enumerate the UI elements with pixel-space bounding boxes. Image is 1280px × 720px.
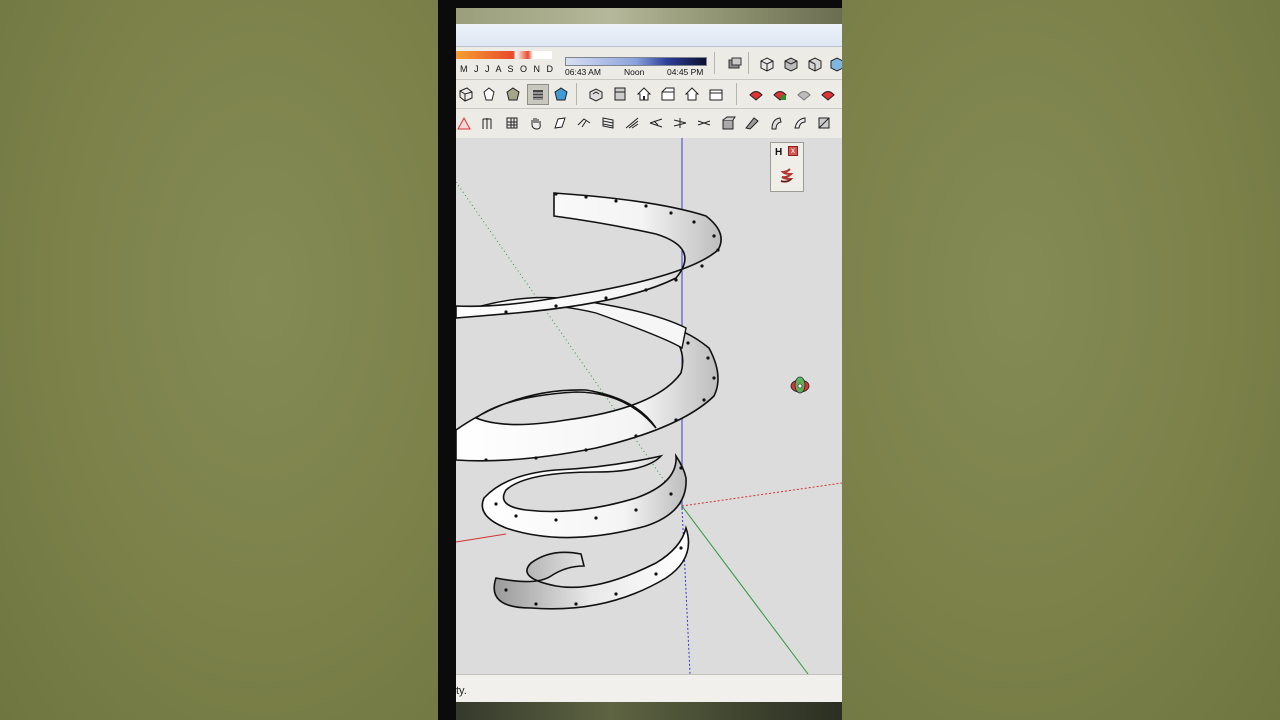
month-slider[interactable] xyxy=(456,51,552,59)
separator xyxy=(748,52,749,74)
shadows-toggle-icon[interactable] xyxy=(726,55,744,73)
time-slider[interactable] xyxy=(565,57,707,66)
status-text: ty. xyxy=(456,685,467,697)
back-camera-icon[interactable] xyxy=(683,85,701,103)
time-end-label: 04:45 PM xyxy=(667,67,704,77)
helix-bottom-turn[interactable] xyxy=(493,525,690,610)
helix-second-turn[interactable] xyxy=(456,327,719,462)
sweep-icon[interactable] xyxy=(743,114,761,132)
right-camera-icon[interactable] xyxy=(659,85,677,103)
floating-helix-toolbar: H x xyxy=(770,142,804,192)
floating-toolbar-title: H xyxy=(775,147,783,158)
smoove-icon[interactable] xyxy=(795,85,813,103)
tools-toolbar xyxy=(456,109,842,139)
grid-icon[interactable] xyxy=(503,114,521,132)
section-plane-icon[interactable] xyxy=(456,114,473,132)
iso-camera-icon[interactable] xyxy=(587,85,605,103)
loft-icon[interactable] xyxy=(623,114,641,132)
video-background-left xyxy=(0,0,438,720)
extrude-edges-icon[interactable] xyxy=(647,114,665,132)
desktop-strip xyxy=(456,8,842,24)
extrude-lines-icon[interactable] xyxy=(671,114,689,132)
month-labels: M J J A S O N D xyxy=(460,64,556,74)
video-background-right xyxy=(842,0,1280,720)
top-view-icon[interactable] xyxy=(782,55,800,73)
shaded-textures-icon[interactable] xyxy=(527,84,549,105)
shaded-icon[interactable] xyxy=(504,85,522,103)
styles-toolbar xyxy=(456,80,842,109)
shadow-toolbar: M J J A S O N D 06:43 AM Noon 04:45 PM xyxy=(456,47,842,80)
green-axis xyxy=(681,505,809,674)
status-bar: ty. xyxy=(456,674,842,703)
red-axis-negative xyxy=(456,533,507,543)
title-bar xyxy=(456,24,842,47)
bend-icon[interactable] xyxy=(767,114,785,132)
pan-hand-icon[interactable] xyxy=(527,114,545,132)
helix-tool-icon[interactable] xyxy=(777,165,797,185)
xray-icon[interactable] xyxy=(457,85,475,103)
separator xyxy=(736,83,737,105)
iso-view-icon[interactable] xyxy=(758,55,776,73)
red-axis-positive xyxy=(681,482,842,507)
time-start-label: 06:43 AM xyxy=(565,67,601,77)
array-icon[interactable] xyxy=(479,114,497,132)
top-camera-icon[interactable] xyxy=(611,85,629,103)
time-noon-label: Noon xyxy=(624,67,645,77)
sandbox-contours-icon[interactable] xyxy=(747,85,765,103)
monochrome-icon[interactable] xyxy=(552,85,570,103)
drawing-viewport[interactable]: H x xyxy=(456,138,842,674)
stamp-icon[interactable] xyxy=(819,85,837,103)
orbit-cursor-icon xyxy=(790,376,810,394)
extrude-matrix-icon[interactable] xyxy=(695,114,713,132)
sandbox-scratch-icon[interactable] xyxy=(771,85,789,103)
right-view-icon[interactable] xyxy=(828,55,842,73)
follow-me-icon[interactable] xyxy=(551,114,569,132)
sketchup-window: M J J A S O N D 06:43 AM Noon 04:45 PM H… xyxy=(456,8,842,720)
front-view-icon[interactable] xyxy=(806,55,824,73)
skin-icon[interactable] xyxy=(719,114,737,132)
helix-top-turn[interactable] xyxy=(456,192,722,319)
separator xyxy=(714,52,715,74)
front-camera-icon[interactable] xyxy=(635,85,653,103)
helix-scene xyxy=(456,138,842,674)
video-frame: M J J A S O N D 06:43 AM Noon 04:45 PM H… xyxy=(438,0,842,720)
close-icon[interactable]: x xyxy=(788,146,798,156)
desktop-bottom-strip xyxy=(456,702,842,720)
offset-icon[interactable] xyxy=(575,114,593,132)
hidden-line-icon[interactable] xyxy=(480,85,498,103)
slice-icon[interactable] xyxy=(599,114,617,132)
revolve-icon[interactable] xyxy=(791,114,809,132)
shape-bender-icon[interactable] xyxy=(815,114,833,132)
left-camera-icon[interactable] xyxy=(707,85,725,103)
separator xyxy=(576,83,577,105)
